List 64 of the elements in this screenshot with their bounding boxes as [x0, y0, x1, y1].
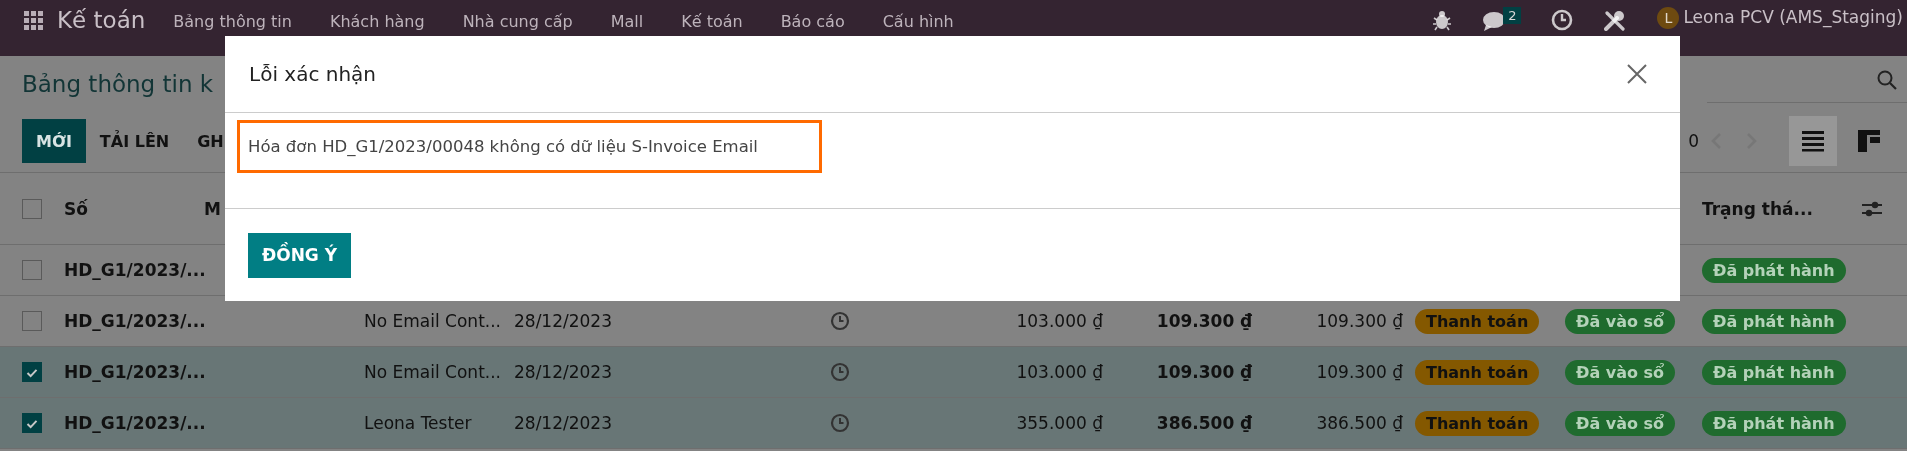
apps-menu-icon[interactable]: [24, 11, 43, 30]
amount-total: 109.300 ₫: [1156, 362, 1252, 382]
amount-untaxed: 355.000 ₫: [1016, 413, 1103, 433]
posted-status-badge: Đã vào sổ: [1565, 410, 1676, 436]
invoice-status-badge: Đã phát hành: [1702, 410, 1846, 436]
amount-total: 109.300 ₫: [1156, 311, 1252, 331]
column-header[interactable]: Trạng thá...: [1702, 198, 1813, 219]
invoice-status-badge: Đã phát hành: [1702, 308, 1846, 334]
view-switch-button[interactable]: [1789, 116, 1837, 166]
row-checkbox[interactable]: [22, 311, 42, 331]
row-checkbox[interactable]: [22, 362, 42, 382]
posted-status-badge: Đã vào sổ: [1565, 308, 1676, 334]
confirm-button[interactable]: ĐỒNG Ý: [248, 232, 351, 278]
column-settings-icon[interactable]: [1862, 199, 1882, 218]
invoice-status-badge: Đã phát hành: [1702, 257, 1846, 283]
new-button[interactable]: MỚI: [22, 119, 86, 163]
toolbar-button[interactable]: GH: [183, 119, 238, 163]
amount-total: 386.500 ₫: [1156, 413, 1252, 433]
row-checkbox[interactable]: [22, 413, 42, 433]
column-header[interactable]: Số: [64, 198, 88, 219]
breadcrumb-title: Bảng thông tin k: [22, 71, 214, 99]
error-message: Hóa đơn HD_G1/2023/00048 không có dữ liệu S-Invoice Email: [237, 120, 822, 173]
toolbar-button[interactable]: TẢI LÊN: [85, 119, 184, 163]
amount-untaxed: 103.000 ₫: [1016, 362, 1103, 382]
amount-due: 109.300 ₫: [1316, 362, 1403, 382]
invoice-date: 28/12/2023: [514, 311, 612, 331]
select-all-checkbox[interactable]: [22, 198, 42, 219]
invoice-number: HD_G1/2023/...: [64, 311, 206, 331]
notification-count: 2: [1503, 7, 1522, 24]
amount-due: 109.300 ₫: [1316, 311, 1403, 331]
app-name[interactable]: Kế toán: [57, 7, 146, 33]
user-name[interactable]: Leona PCV (AMS_Staging): [1683, 7, 1903, 27]
menu-item[interactable]: Cấu hình: [882, 12, 954, 31]
menu-item[interactable]: Bảng thông tin: [173, 12, 292, 31]
menu-item[interactable]: Mall: [610, 12, 644, 31]
dialog-title: Lỗi xác nhận: [249, 62, 377, 86]
amount-untaxed: 103.000 ₫: [1016, 311, 1103, 331]
payment-status-badge: Thanh toán: [1415, 308, 1540, 334]
invoice-date: 28/12/2023: [514, 362, 612, 382]
column-header[interactable]: M: [204, 198, 221, 219]
menu-item[interactable]: Khách hàng: [329, 12, 425, 31]
list-view-icon: [1802, 130, 1824, 152]
menu-item[interactable]: Kế toán: [681, 12, 743, 31]
user-avatar[interactable]: L: [1657, 7, 1680, 29]
kanban-view-icon: [1858, 130, 1880, 152]
close-icon[interactable]: [1626, 63, 1648, 85]
customer-name: Leona Tester: [364, 413, 472, 433]
invoice-number: HD_G1/2023/...: [64, 413, 206, 433]
invoice-date: 28/12/2023: [514, 413, 612, 433]
payment-status-badge: Thanh toán: [1415, 359, 1540, 385]
menu-item[interactable]: Nhà cung cấp: [462, 12, 573, 31]
posted-status-badge: Đã vào sổ: [1565, 359, 1676, 385]
amount-due: 386.500 ₫: [1316, 413, 1403, 433]
customer-name: No Email Cont...: [364, 311, 501, 331]
invoice-status-badge: Đã phát hành: [1702, 359, 1846, 385]
invoice-number: HD_G1/2023/...: [64, 260, 206, 280]
customer-name: No Email Cont...: [364, 362, 501, 382]
pager-value: 0: [1688, 131, 1699, 151]
invoice-number: HD_G1/2023/...: [64, 362, 206, 382]
menu-item[interactable]: Báo cáo: [780, 12, 845, 31]
row-checkbox[interactable]: [22, 260, 42, 280]
payment-status-badge: Thanh toán: [1415, 410, 1540, 436]
search-icon[interactable]: [1877, 69, 1897, 90]
bug-icon[interactable]: [1432, 9, 1453, 31]
